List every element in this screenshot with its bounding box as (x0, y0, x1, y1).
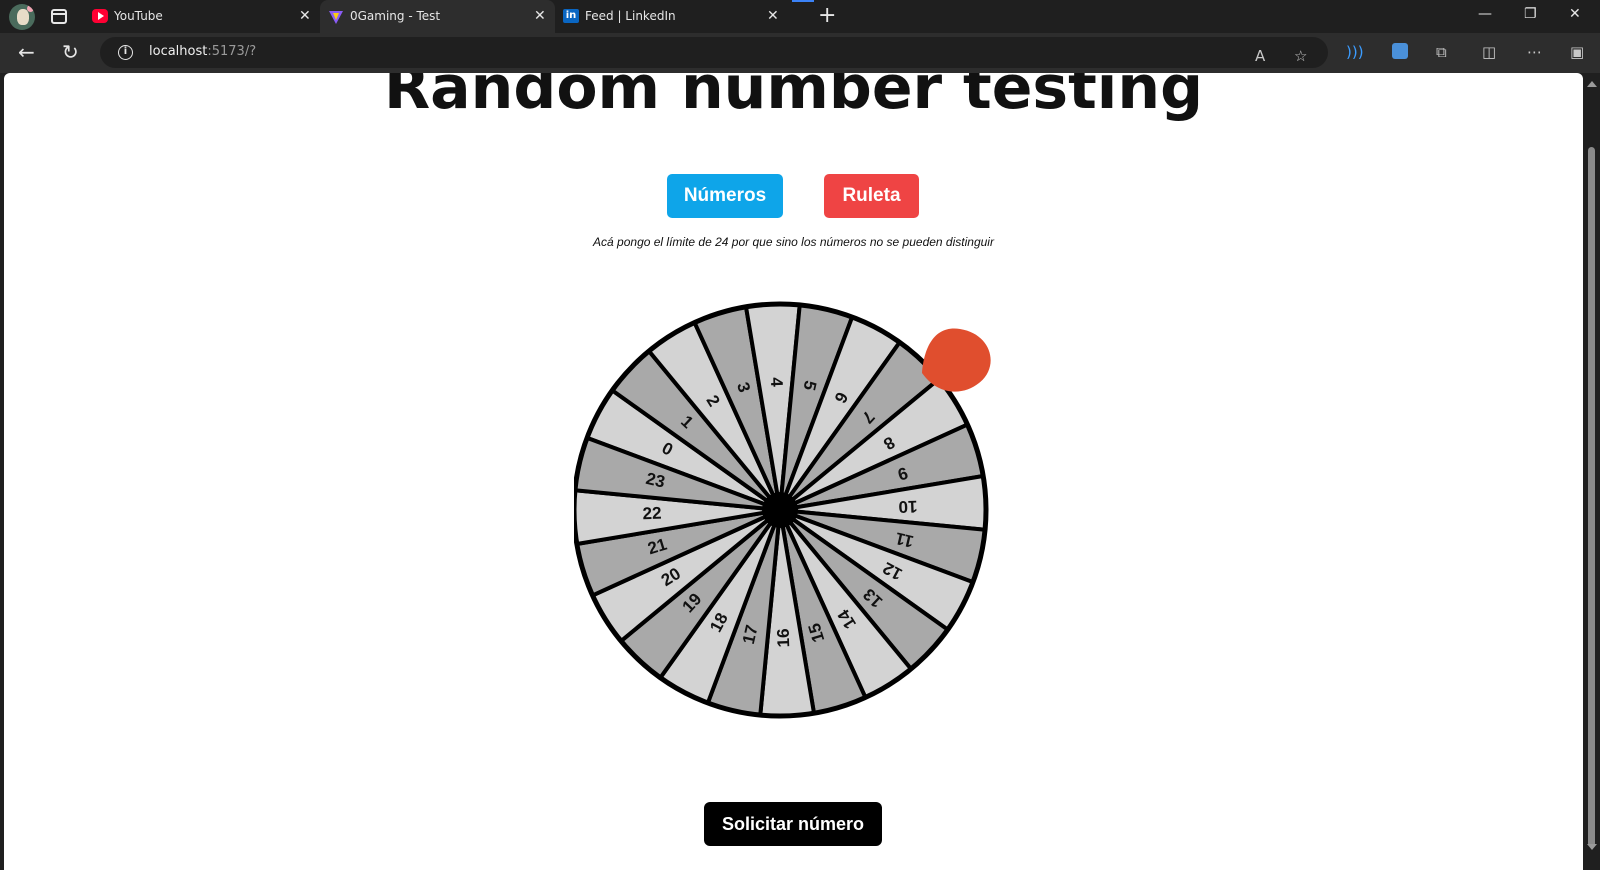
wheel-number-label: 4 (767, 377, 786, 388)
wheel-hub (762, 492, 798, 528)
restore-icon[interactable]: ❐ (1524, 6, 1537, 22)
close-icon[interactable]: ✕ (299, 8, 311, 24)
close-window-icon[interactable]: ✕ (1569, 6, 1581, 22)
tab-0gaming-test[interactable]: 0Gaming - Test ✕ (320, 0, 555, 33)
reload-icon[interactable]: ↻ (62, 40, 79, 64)
profile-avatar[interactable] (9, 4, 35, 30)
extensions-puzzle-icon[interactable]: ⧉ (1436, 43, 1447, 61)
back-icon[interactable]: ← (18, 40, 35, 64)
info-icon[interactable]: i (118, 45, 133, 60)
more-menu-icon[interactable]: ⋯ (1527, 43, 1542, 61)
sidebar-icon[interactable]: ▣ (1570, 43, 1584, 61)
roulette-wheel[interactable]: 0123 4 567891011121314151617181920212223 (574, 293, 1014, 733)
browser-window: YouTube ✕ 0Gaming - Test ✕ in Feed | Lin… (0, 0, 1600, 870)
url-text[interactable]: localhost:5173/? (149, 44, 256, 59)
scroll-up-icon[interactable] (1587, 81, 1597, 87)
request-number-button[interactable]: Solicitar número (704, 802, 882, 846)
tab-strip: YouTube ✕ 0Gaming - Test ✕ in Feed | Lin… (0, 0, 1600, 33)
tab-actions-icon[interactable] (51, 9, 67, 24)
close-icon[interactable]: ✕ (534, 8, 546, 24)
minimize-icon[interactable]: — (1478, 6, 1492, 22)
youtube-icon (92, 9, 108, 23)
tab-indicator (792, 0, 814, 2)
scroll-down-icon[interactable] (1587, 844, 1597, 850)
read-aloud-icon[interactable]: A (1255, 47, 1265, 65)
numbers-button[interactable]: Números (667, 174, 783, 218)
roulette-button[interactable]: Ruleta (824, 174, 919, 218)
address-bar[interactable]: i localhost:5173/? A ☆ (100, 37, 1328, 68)
wheel-number-label: 10 (898, 497, 918, 517)
tab-title: Feed | LinkedIn (585, 9, 676, 23)
scrollbar[interactable] (1583, 73, 1600, 870)
limit-note: Acá pongo el límite de 24 por que sino l… (593, 235, 994, 249)
tab-linkedin[interactable]: in Feed | LinkedIn ✕ (555, 0, 790, 33)
linkedin-icon: in (563, 9, 579, 23)
favorite-star-icon[interactable]: ☆ (1294, 47, 1307, 65)
wheel-number-label: 22 (642, 504, 662, 524)
close-icon[interactable]: ✕ (767, 8, 779, 24)
wifi-signal-icon[interactable]: ))) (1346, 43, 1364, 61)
wheel-number-label: 16 (774, 628, 794, 648)
page-viewport: Random number testing Números Ruleta Acá… (4, 73, 1583, 870)
scrollbar-thumb[interactable] (1588, 147, 1595, 847)
tab-youtube[interactable]: YouTube ✕ (84, 0, 320, 33)
split-screen-icon[interactable]: ◫ (1482, 43, 1496, 61)
tab-title: 0Gaming - Test (350, 9, 441, 23)
browser-toolbar: ← ↻ i localhost:5173/? A ☆ ))) ⧉ ◫ ⋯ ▣ (0, 33, 1600, 73)
pointer-marker (922, 328, 991, 392)
new-tab-icon[interactable]: + (818, 4, 836, 28)
vite-icon (329, 11, 343, 24)
tab-title: YouTube (114, 9, 163, 23)
page-title: Random number testing (383, 73, 1204, 123)
extension-icon[interactable] (1392, 43, 1408, 59)
